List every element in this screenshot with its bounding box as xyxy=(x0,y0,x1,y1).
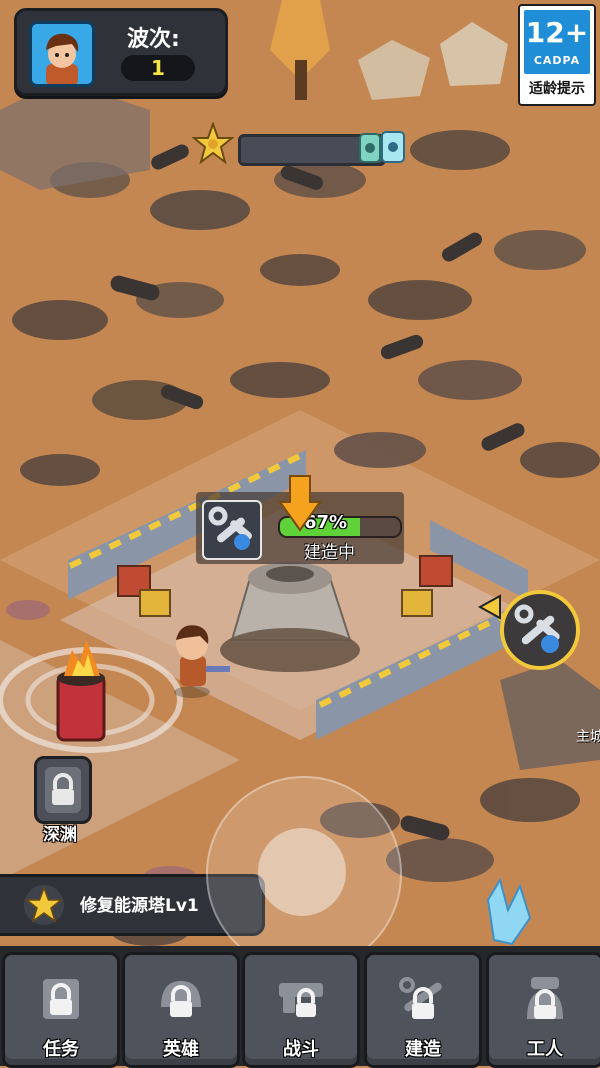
hero-avatar[interactable] xyxy=(29,21,95,87)
age-rating-number: 12+ xyxy=(525,16,589,49)
nav-label-workers: 工人 xyxy=(527,1039,563,1060)
wrench-icon xyxy=(208,506,252,550)
nav-button-tasks[interactable]: 任务 xyxy=(2,952,120,1068)
nav-button-workers[interactable]: 工人 xyxy=(486,952,600,1068)
age-rating-badge: 12+ CADPA 适龄提示 xyxy=(518,4,596,106)
lock-gun-icon xyxy=(275,973,327,1025)
wave-counter: 1 xyxy=(121,55,195,81)
lock-helmet-icon xyxy=(155,973,207,1025)
age-rating-caption: 适龄提示 xyxy=(529,81,585,97)
nav-button-heroes[interactable]: 英雄 xyxy=(122,952,240,1068)
sheriff-star-icon xyxy=(192,122,234,165)
nav-button-battle[interactable]: 战斗 xyxy=(242,952,360,1068)
down-arrow-icon xyxy=(278,475,322,532)
bottom-nav: 任务 英雄 战斗 建造 工人 xyxy=(0,946,600,1068)
abyss-entry[interactable]: 深渊 xyxy=(30,756,92,846)
nav-label-build: 建造 xyxy=(405,1039,441,1060)
nav-button-build[interactable]: 建造 xyxy=(364,952,482,1068)
wave-label: 波次: xyxy=(127,27,180,52)
wave-panel: 波次: 1 xyxy=(14,8,228,96)
build-status-text: 建造中 xyxy=(304,543,355,563)
wrench-icon xyxy=(514,604,560,653)
nav-label-heroes: 英雄 xyxy=(163,1039,199,1060)
gem-reward-icon[interactable] xyxy=(356,128,408,168)
nav-label-battle: 战斗 xyxy=(283,1039,319,1060)
nav-label-tasks: 任务 xyxy=(43,1039,79,1060)
main-city-label: 主城 xyxy=(576,729,600,745)
age-rating-top: 12+ CADPA xyxy=(524,10,590,74)
lock-wrench-icon xyxy=(397,973,449,1025)
abyss-label: 深渊 xyxy=(43,825,77,845)
lock-worker-icon xyxy=(519,973,571,1025)
construction-button[interactable] xyxy=(500,590,580,670)
hero-portrait-icon xyxy=(32,24,92,84)
pointer-arrow-icon xyxy=(478,594,501,620)
quest-star-icon xyxy=(24,885,64,925)
build-wrench-icon[interactable] xyxy=(202,500,262,560)
quest-text: 修复能源塔Lv1 xyxy=(80,896,199,916)
lock-icon xyxy=(34,756,92,824)
lock-scroll-icon xyxy=(35,973,87,1025)
joystick-knob[interactable] xyxy=(258,828,346,916)
age-rating-org: CADPA xyxy=(533,54,581,67)
